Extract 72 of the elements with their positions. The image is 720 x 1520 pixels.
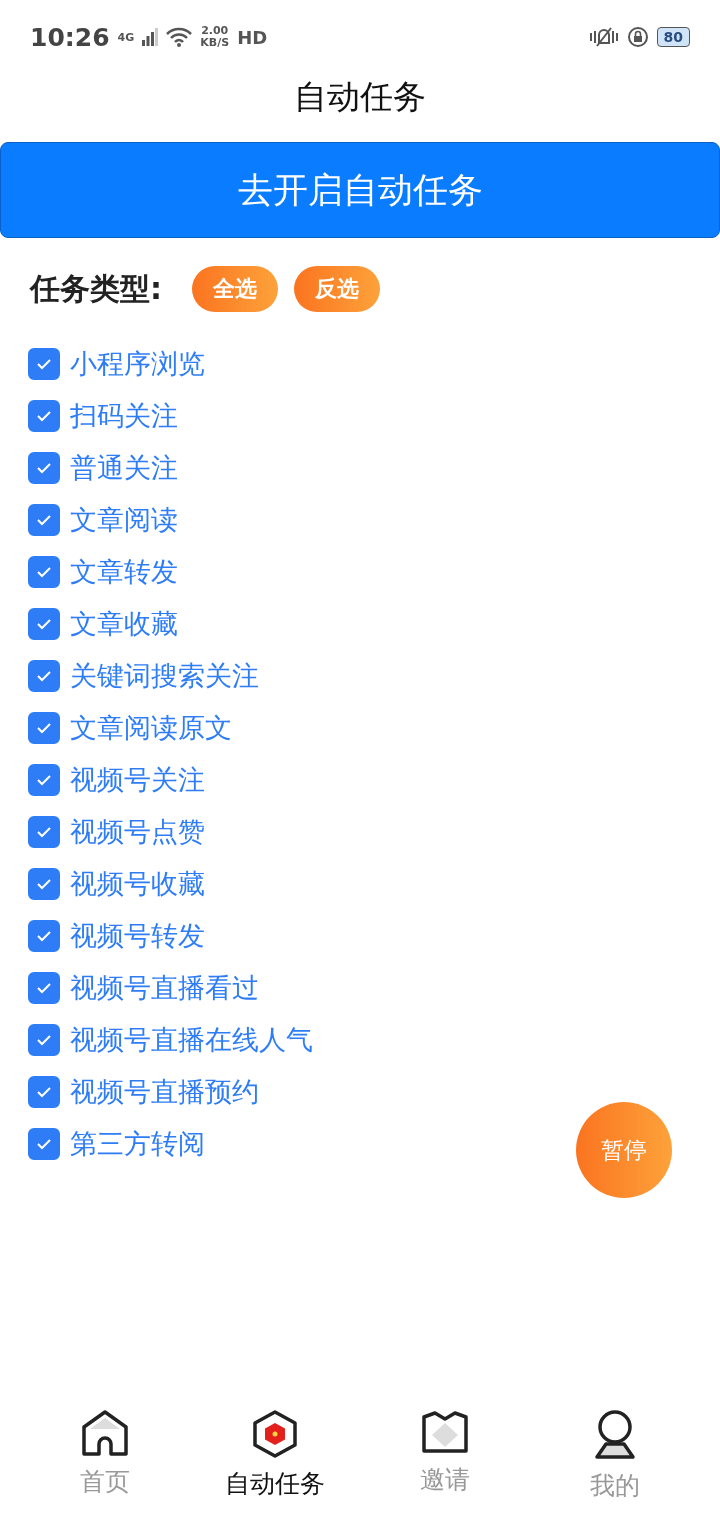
task-label: 视频号关注: [70, 763, 205, 797]
page-title: 自动任务: [293, 76, 427, 118]
checkmark-icon: [36, 670, 52, 682]
task-label: 文章阅读原文: [70, 711, 232, 745]
checkbox[interactable]: [28, 556, 60, 588]
clock-time: 10:26: [30, 22, 110, 52]
checkbox[interactable]: [28, 660, 60, 692]
checkmark-icon: [36, 566, 52, 578]
checkbox[interactable]: [28, 1076, 60, 1108]
checkbox[interactable]: [28, 816, 60, 848]
crown-icon: [420, 1409, 470, 1455]
checkmark-icon: [36, 982, 52, 994]
checkbox[interactable]: [28, 712, 60, 744]
checkmark-icon: [36, 1034, 52, 1046]
person-icon: [592, 1409, 638, 1461]
task-label: 视频号直播在线人气: [70, 1023, 313, 1057]
pause-button[interactable]: 暂停: [576, 1102, 672, 1198]
task-label: 视频号点赞: [70, 815, 205, 849]
nav-tab[interactable]: 首页: [80, 1465, 130, 1498]
select-button[interactable]: 全选: [192, 266, 278, 312]
start-auto-task-button[interactable]: 去开启自动任务: [0, 142, 720, 238]
checkbox[interactable]: [28, 920, 60, 952]
task-label: 视频号直播看过: [70, 971, 259, 1005]
nav-tab[interactable]: 我的: [590, 1469, 640, 1502]
checkmark-icon: [36, 410, 52, 422]
task-type-label: 任务类型:: [30, 269, 162, 308]
checkbox[interactable]: [28, 972, 60, 1004]
nav-tab[interactable]: 邀请: [420, 1463, 470, 1496]
checkbox[interactable]: [28, 452, 60, 484]
mute-bell-icon: [588, 26, 619, 48]
task-label: 视频号直播预约: [70, 1075, 259, 1109]
checkbox[interactable]: [28, 504, 60, 536]
task-label: 视频号收藏: [70, 867, 205, 901]
select-button[interactable]: 反选: [294, 266, 380, 312]
hd-label: HD: [237, 26, 268, 48]
checkmark-icon: [36, 826, 52, 838]
signal-icon: [142, 28, 159, 46]
checkmark-icon: [36, 878, 52, 890]
checkbox[interactable]: [28, 868, 60, 900]
task-label: 文章收藏: [70, 607, 178, 641]
wifi-icon: [166, 27, 193, 47]
task-label: 小程序浏览: [70, 347, 205, 381]
checkmark-icon: [36, 930, 52, 942]
nav-tab[interactable]: 自动任务: [225, 1467, 325, 1500]
checkmark-icon: [36, 358, 52, 370]
task-label: 扫码关注: [70, 399, 178, 433]
hexagon-icon: [250, 1409, 300, 1459]
checkbox[interactable]: [28, 1024, 60, 1056]
task-label: 关键词搜索关注: [70, 659, 259, 693]
checkmark-icon: [36, 514, 52, 526]
task-label: 视频号转发: [70, 919, 205, 953]
checkbox[interactable]: [28, 1128, 60, 1160]
battery-level: 80: [656, 27, 690, 47]
rotation-lock-icon: [626, 26, 649, 48]
checkmark-icon: [36, 722, 52, 734]
checkmark-icon: [36, 1086, 52, 1098]
network-type: 4G: [117, 30, 135, 44]
checkbox[interactable]: [28, 348, 60, 380]
checkmark-icon: [36, 774, 52, 786]
task-label: 文章转发: [70, 555, 178, 589]
home-icon: [80, 1409, 130, 1457]
checkbox[interactable]: [28, 608, 60, 640]
checkmark-icon: [36, 618, 52, 630]
checkbox[interactable]: [28, 400, 60, 432]
task-label: 普通关注: [70, 451, 178, 485]
checkmark-icon: [36, 462, 52, 474]
checkbox[interactable]: [28, 764, 60, 796]
speed-unit: KB/S: [200, 37, 230, 49]
task-label: 文章阅读: [70, 503, 178, 537]
checkmark-icon: [36, 1138, 52, 1150]
task-label: 第三方转阅: [70, 1127, 205, 1161]
speed-value: 2.00: [201, 25, 229, 37]
